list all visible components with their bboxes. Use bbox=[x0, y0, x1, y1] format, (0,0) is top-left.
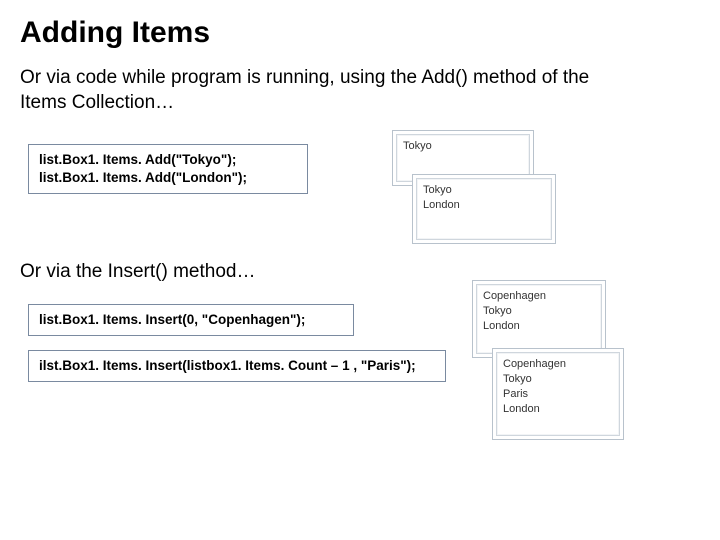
code-line: list.Box1. Items. Insert(0, "Copenhagen"… bbox=[39, 311, 343, 329]
code-line: list.Box1. Items. Add("London"); bbox=[39, 169, 297, 187]
codebox-add: list.Box1. Items. Add("Tokyo"); list.Box… bbox=[28, 144, 308, 194]
listbox-paris[interactable]: Copenhagen Tokyo Paris London bbox=[496, 352, 620, 436]
list-item[interactable]: Copenhagen bbox=[503, 357, 613, 372]
list-item[interactable]: Paris bbox=[503, 387, 613, 402]
list-item[interactable]: Tokyo bbox=[503, 372, 613, 387]
list-item[interactable]: London bbox=[483, 319, 595, 334]
listbox-outer: Copenhagen Tokyo London bbox=[472, 280, 606, 358]
listbox-outer: Tokyo London bbox=[412, 174, 556, 244]
codebox-insert-first: list.Box1. Items. Insert(0, "Copenhagen"… bbox=[28, 304, 354, 336]
code-line: ilst.Box1. Items. Insert(listbox1. Items… bbox=[39, 357, 435, 375]
listbox-outer: Copenhagen Tokyo Paris London bbox=[492, 348, 624, 440]
codebox-insert-last: ilst.Box1. Items. Insert(listbox1. Items… bbox=[28, 350, 446, 382]
list-item[interactable]: Tokyo bbox=[483, 304, 595, 319]
list-item[interactable]: Tokyo bbox=[423, 183, 545, 198]
list-item[interactable]: London bbox=[423, 198, 545, 213]
code-line: list.Box1. Items. Add("Tokyo"); bbox=[39, 151, 297, 169]
listbox-copenhagen[interactable]: Copenhagen Tokyo London bbox=[476, 284, 602, 354]
list-item[interactable]: Tokyo bbox=[403, 139, 523, 154]
listbox-tokyo-london[interactable]: Tokyo London bbox=[416, 178, 552, 240]
slide-title: Adding Items bbox=[0, 0, 720, 58]
list-item[interactable]: Copenhagen bbox=[483, 289, 595, 304]
paragraph-add: Or via code while program is running, us… bbox=[0, 62, 640, 125]
list-item[interactable]: London bbox=[503, 402, 613, 417]
